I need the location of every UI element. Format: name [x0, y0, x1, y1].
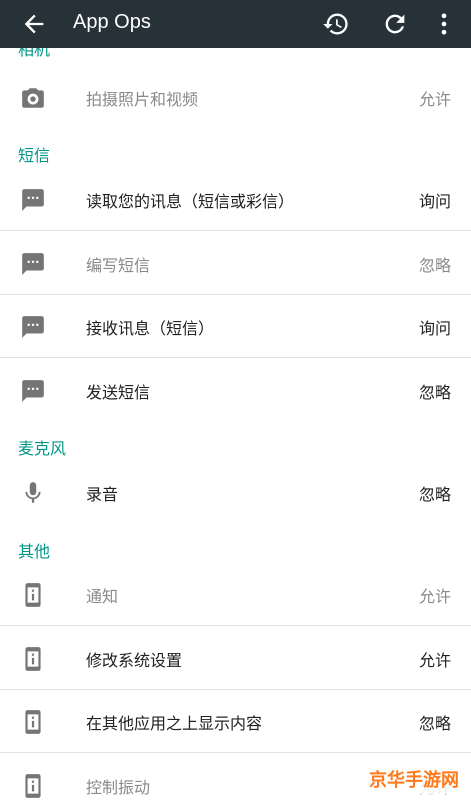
phone-info-icon	[25, 647, 41, 671]
message-icon	[22, 253, 44, 275]
op-row-write-settings[interactable]: 修改系统设置 允许	[0, 627, 471, 690]
message-icon	[22, 380, 44, 402]
back-arrow-icon[interactable]	[20, 10, 48, 38]
op-row-take-photo[interactable]: 拍摄照片和视频 允许	[0, 66, 471, 129]
ops-list[interactable]: 相机 拍摄照片和视频 允许 短信 读取您的讯息（短信或彩信） 询问 编写短信 忽…	[0, 48, 471, 800]
op-mode[interactable]: 忽略	[419, 379, 451, 403]
section-header-camera: 相机	[18, 48, 51, 59]
refresh-icon[interactable]	[381, 10, 409, 38]
op-mode[interactable]: 忽略	[419, 710, 451, 734]
op-row-write-sms[interactable]: 编写短信 忽略	[0, 232, 471, 295]
op-mode[interactable]: 允许	[419, 647, 451, 671]
phone-info-icon	[25, 774, 41, 798]
op-mode[interactable]: 允许	[419, 86, 451, 110]
op-label: 读取您的讯息（短信或彩信）	[86, 192, 295, 211]
op-row-notification[interactable]: 通知 允许	[0, 563, 471, 626]
op-mode[interactable]: 询问	[419, 315, 451, 339]
op-row-record-audio[interactable]: 录音 忽略	[0, 461, 471, 524]
op-mode[interactable]: 询问	[419, 188, 451, 212]
op-row-draw-overlay[interactable]: 在其他应用之上显示内容 忽略	[0, 690, 471, 753]
app-title: App Ops	[73, 11, 151, 33]
message-icon	[22, 189, 44, 211]
op-label: 在其他应用之上显示内容	[86, 714, 263, 733]
phone-info-icon	[25, 710, 41, 734]
op-label: 控制振动	[86, 778, 151, 797]
op-mode[interactable]: 允许	[419, 583, 451, 607]
op-label: 发送短信	[86, 383, 151, 402]
section-header-sms: 短信	[18, 146, 51, 165]
op-row-read-sms[interactable]: 读取您的讯息（短信或彩信） 询问	[0, 168, 471, 231]
op-label: 编写短信	[86, 256, 151, 275]
op-label: 接收讯息（短信）	[86, 319, 215, 338]
op-mode[interactable]: 忽略	[419, 252, 451, 276]
message-icon	[22, 316, 44, 338]
history-icon[interactable]	[322, 10, 350, 38]
op-label: 修改系统设置	[86, 651, 183, 670]
op-label: 拍摄照片和视频	[86, 90, 199, 109]
microphone-icon	[25, 482, 41, 503]
camera-icon	[22, 88, 44, 108]
op-label: 录音	[86, 485, 119, 504]
watermark: 京华手游网	[363, 764, 465, 794]
phone-info-icon	[25, 583, 41, 607]
op-row-send-sms[interactable]: 发送短信 忽略	[0, 359, 471, 422]
op-row-receive-sms[interactable]: 接收讯息（短信） 询问	[0, 295, 471, 358]
app-bar: App Ops	[0, 0, 471, 48]
op-label: 通知	[86, 587, 119, 606]
section-header-other: 其他	[18, 542, 51, 561]
op-mode[interactable]: 忽略	[419, 481, 451, 505]
more-vert-icon[interactable]	[430, 10, 458, 38]
section-header-mic: 麦克风	[18, 439, 67, 458]
